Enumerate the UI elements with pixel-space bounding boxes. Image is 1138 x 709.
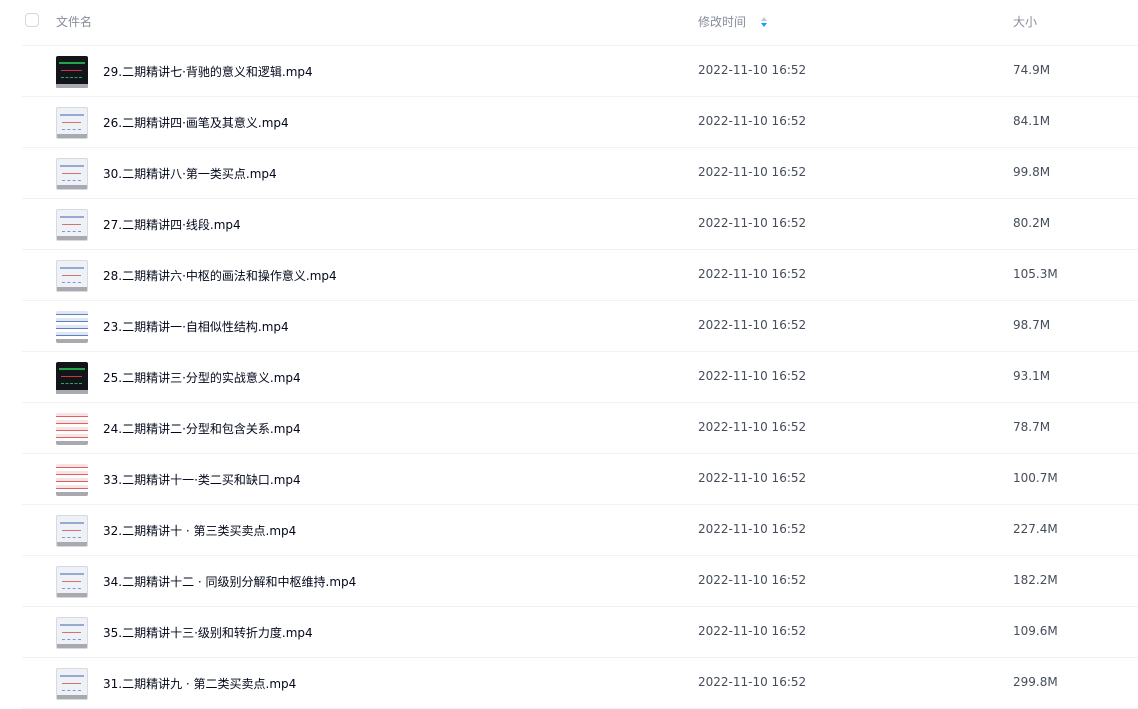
file-row[interactable]: 23.二期精讲一·自相似性结构.mp4 2022-11-10 16:52 98.7M — [22, 301, 1138, 352]
file-row[interactable]: 24.二期精讲二·分型和包含关系.mp4 2022-11-10 16:52 78.7… — [22, 403, 1138, 454]
file-name[interactable]: 24.二期精讲二·分型和包含关系.mp4 — [103, 420, 301, 437]
file-name[interactable]: 30.二期精讲八·第一类买点.mp4 — [103, 165, 277, 182]
file-modified-time: 2022-11-10 16:52 — [698, 165, 807, 179]
file-row[interactable]: 25.二期精讲三·分型的实战意义.mp4 2022-11-10 16:52 93.1… — [22, 352, 1138, 403]
file-name[interactable]: 27.二期精讲四·线段.mp4 — [103, 216, 241, 233]
file-modified-time: 2022-11-10 16:52 — [698, 420, 807, 434]
file-modified-time: 2022-11-10 16:52 — [698, 114, 807, 128]
file-size: 84.1M — [1013, 114, 1051, 128]
file-size: 98.7M — [1013, 318, 1051, 332]
file-modified-time: 2022-11-10 16:52 — [698, 318, 807, 332]
file-size: 74.9M — [1013, 63, 1051, 77]
file-modified-time: 2022-11-10 16:52 — [698, 675, 807, 689]
file-name[interactable]: 31.二期精讲九 · 第二类买卖点.mp4 — [103, 675, 296, 692]
file-size: 105.3M — [1013, 267, 1058, 281]
file-modified-time: 2022-11-10 16:52 — [698, 624, 807, 638]
file-modified-time: 2022-11-10 16:52 — [698, 267, 807, 281]
file-name[interactable]: 25.二期精讲三·分型的实战意义.mp4 — [103, 369, 301, 386]
file-modified-time: 2022-11-10 16:52 — [698, 63, 807, 77]
file-size: 109.6M — [1013, 624, 1058, 638]
file-name[interactable]: 34.二期精讲十二 · 同级别分解和中枢维持.mp4 — [103, 573, 356, 590]
file-modified-time: 2022-11-10 16:52 — [698, 573, 807, 587]
file-row[interactable]: 35.二期精讲十三·级别和转折力度.mp4 2022-11-10 16:52 109… — [22, 607, 1138, 658]
file-size: 182.2M — [1013, 573, 1058, 587]
video-thumbnail-icon — [56, 311, 88, 343]
column-header-time-label: 修改时间 — [698, 15, 747, 29]
file-size: 93.1M — [1013, 369, 1051, 383]
video-thumbnail-icon — [56, 617, 88, 649]
file-size: 78.7M — [1013, 420, 1051, 434]
file-row[interactable]: 28.二期精讲六·中枢的画法和操作意义.mp4 2022-11-10 16:52 1… — [22, 250, 1138, 301]
file-row[interactable]: 30.二期精讲八·第一类买点.mp4 2022-11-10 16:52 99.8M — [22, 148, 1138, 199]
video-thumbnail-icon — [56, 56, 88, 88]
file-row[interactable]: 29.二期精讲七·背驰的意义和逻辑.mp4 2022-11-10 16:52 74.… — [22, 46, 1138, 97]
file-row[interactable]: 33.二期精讲十一·类二买和缺口.mp4 2022-11-10 16:52 100.… — [22, 454, 1138, 505]
file-size: 100.7M — [1013, 471, 1058, 485]
file-row[interactable]: 31.二期精讲九 · 第二类买卖点.mp4 2022-11-10 16:52 299… — [22, 658, 1138, 709]
file-name[interactable]: 32.二期精讲十 · 第三类买卖点.mp4 — [103, 522, 296, 539]
file-name[interactable]: 29.二期精讲七·背驰的意义和逻辑.mp4 — [103, 63, 313, 80]
file-name[interactable]: 28.二期精讲六·中枢的画法和操作意义.mp4 — [103, 267, 337, 284]
file-modified-time: 2022-11-10 16:52 — [698, 369, 807, 383]
select-all-checkbox[interactable] — [25, 13, 39, 27]
video-thumbnail-icon — [56, 668, 88, 700]
video-thumbnail-icon — [56, 566, 88, 598]
file-modified-time: 2022-11-10 16:52 — [698, 522, 807, 536]
video-thumbnail-icon — [56, 362, 88, 394]
file-name[interactable]: 35.二期精讲十三·级别和转折力度.mp4 — [103, 624, 313, 641]
column-header-name[interactable]: 文件名 — [56, 14, 92, 30]
file-row[interactable]: 26.二期精讲四·画笔及其意义.mp4 2022-11-10 16:52 84.1M — [22, 97, 1138, 148]
file-size: 227.4M — [1013, 522, 1058, 536]
file-size: 299.8M — [1013, 675, 1058, 689]
video-thumbnail-icon — [56, 464, 88, 496]
file-name[interactable]: 33.二期精讲十一·类二买和缺口.mp4 — [103, 471, 301, 488]
file-name[interactable]: 23.二期精讲一·自相似性结构.mp4 — [103, 318, 289, 335]
video-thumbnail-icon — [56, 209, 88, 241]
video-thumbnail-icon — [56, 107, 88, 139]
file-list-header: 文件名 修改时间 大小 — [22, 0, 1138, 46]
file-modified-time: 2022-11-10 16:52 — [698, 216, 807, 230]
video-thumbnail-icon — [56, 158, 88, 190]
file-row[interactable]: 32.二期精讲十 · 第三类买卖点.mp4 2022-11-10 16:52 227… — [22, 505, 1138, 556]
column-header-time[interactable]: 修改时间 — [698, 14, 768, 30]
file-modified-time: 2022-11-10 16:52 — [698, 471, 807, 485]
file-size: 80.2M — [1013, 216, 1051, 230]
file-list: 29.二期精讲七·背驰的意义和逻辑.mp4 2022-11-10 16:52 74.… — [22, 46, 1138, 709]
sort-descending-icon[interactable] — [760, 16, 768, 28]
file-row[interactable]: 34.二期精讲十二 · 同级别分解和中枢维持.mp4 2022-11-10 16:… — [22, 556, 1138, 607]
file-row[interactable]: 27.二期精讲四·线段.mp4 2022-11-10 16:52 80.2M — [22, 199, 1138, 250]
video-thumbnail-icon — [56, 413, 88, 445]
video-thumbnail-icon — [56, 515, 88, 547]
file-size: 99.8M — [1013, 165, 1051, 179]
video-thumbnail-icon — [56, 260, 88, 292]
file-name[interactable]: 26.二期精讲四·画笔及其意义.mp4 — [103, 114, 289, 131]
column-header-size[interactable]: 大小 — [1013, 14, 1037, 30]
